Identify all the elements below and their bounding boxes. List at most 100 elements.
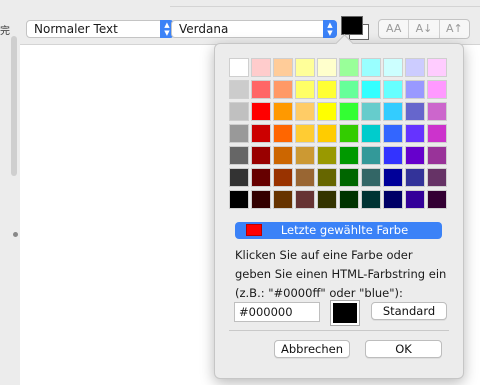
color-swatch[interactable] [361, 190, 381, 209]
color-swatch[interactable] [317, 124, 337, 143]
color-swatch[interactable] [383, 168, 403, 187]
color-swatch[interactable] [251, 102, 271, 121]
color-swatch[interactable] [251, 146, 271, 165]
font-family-select[interactable]: Verdana ▲ ▼ [171, 20, 337, 38]
color-swatch[interactable] [339, 168, 359, 187]
color-swatch[interactable] [295, 168, 315, 187]
format-toolbar: Normaler Text ▲ ▼ Verdana ▲ ▼ AA A↓ A↑ [20, 0, 480, 45]
color-swatch[interactable] [339, 124, 359, 143]
color-swatch[interactable] [295, 58, 315, 77]
color-swatch[interactable] [295, 190, 315, 209]
ok-button[interactable]: OK [365, 340, 442, 358]
color-swatch[interactable] [361, 80, 381, 99]
color-swatch[interactable] [273, 58, 293, 77]
color-picker-popover: Letzte gewählte Farbe Klicken Sie auf ei… [214, 34, 464, 379]
color-swatch[interactable] [383, 80, 403, 99]
color-string-input[interactable]: #000000 [234, 302, 320, 322]
color-swatch[interactable] [317, 80, 337, 99]
last-color-label: Letzte gewählte Farbe [280, 223, 409, 237]
left-gutter: 完 [0, 0, 21, 385]
color-swatch[interactable] [273, 190, 293, 209]
font-family-value: Verdana [179, 22, 229, 36]
color-swatch[interactable] [251, 58, 271, 77]
font-size-segmented-control: AA A↓ A↑ [378, 19, 470, 39]
color-swatch[interactable] [361, 58, 381, 77]
color-swatch[interactable] [361, 168, 381, 187]
cancel-button[interactable]: Abbrechen [274, 340, 350, 358]
color-swatch[interactable] [317, 146, 337, 165]
color-swatch[interactable] [405, 80, 425, 99]
color-swatch[interactable] [229, 58, 249, 77]
divider [229, 330, 449, 331]
color-swatch[interactable] [229, 80, 249, 99]
color-swatch[interactable] [251, 190, 271, 209]
color-swatch[interactable] [317, 58, 337, 77]
color-swatch[interactable] [427, 146, 447, 165]
color-swatch[interactable] [361, 102, 381, 121]
color-swatch[interactable] [427, 102, 447, 121]
current-color-preview [330, 300, 360, 326]
color-swatch[interactable] [383, 124, 403, 143]
last-color-chip [246, 224, 262, 236]
color-swatch[interactable] [427, 58, 447, 77]
color-swatch[interactable] [405, 102, 425, 121]
color-swatch[interactable] [317, 190, 337, 209]
color-palette-grid [229, 58, 449, 212]
color-swatch[interactable] [295, 102, 315, 121]
standard-button[interactable]: Standard [371, 302, 447, 320]
color-swatch[interactable] [405, 168, 425, 187]
color-swatch[interactable] [427, 80, 447, 99]
color-swatch[interactable] [273, 146, 293, 165]
last-chosen-color-button[interactable]: Letzte gewählte Farbe [235, 222, 442, 239]
color-swatch[interactable] [295, 146, 315, 165]
chevron-updown-icon: ▲ ▼ [323, 20, 337, 38]
instruction-line: Klicken Sie auf eine Farbe oder [235, 248, 413, 262]
color-swatch[interactable] [295, 80, 315, 99]
color-swatch[interactable] [339, 190, 359, 209]
color-swatch[interactable] [405, 58, 425, 77]
color-swatch[interactable] [427, 190, 447, 209]
color-swatch[interactable] [339, 146, 359, 165]
color-swatch[interactable] [427, 168, 447, 187]
increase-font-size-button[interactable]: A↑ [440, 20, 469, 38]
color-swatch[interactable] [251, 80, 271, 99]
paragraph-style-value: Normaler Text [34, 22, 118, 36]
gutter-glyph: 完 [0, 26, 10, 37]
color-swatch[interactable] [339, 102, 359, 121]
color-swatch[interactable] [251, 168, 271, 187]
color-swatch[interactable] [383, 146, 403, 165]
toolbar-divider [170, 0, 480, 7]
instruction-line: geben Sie einen HTML-Farbstring ein [235, 267, 447, 281]
color-swatch[interactable] [273, 80, 293, 99]
color-swatch[interactable] [339, 58, 359, 77]
color-swatch[interactable] [405, 146, 425, 165]
color-swatch[interactable] [229, 102, 249, 121]
color-swatch[interactable] [383, 190, 403, 209]
color-swatch[interactable] [229, 124, 249, 143]
color-swatch[interactable] [273, 102, 293, 121]
color-swatch[interactable] [229, 146, 249, 165]
paragraph-style-select[interactable]: Normaler Text ▲ ▼ [26, 20, 174, 38]
gutter-scrollbar[interactable] [11, 36, 17, 176]
color-swatch[interactable] [427, 124, 447, 143]
color-swatch[interactable] [383, 58, 403, 77]
color-instructions: Klicken Sie auf eine Farbe oder geben Si… [235, 246, 457, 303]
font-size-button[interactable]: AA [379, 20, 410, 38]
resize-handle-icon[interactable] [13, 232, 18, 237]
decrease-font-size-button[interactable]: A↓ [409, 20, 440, 38]
text-color-swatch [341, 16, 363, 35]
color-swatch[interactable] [295, 124, 315, 143]
color-swatch[interactable] [251, 124, 271, 143]
color-swatch[interactable] [229, 190, 249, 209]
color-swatch[interactable] [405, 124, 425, 143]
color-swatch[interactable] [273, 124, 293, 143]
color-swatch[interactable] [273, 168, 293, 187]
color-swatch[interactable] [229, 168, 249, 187]
color-swatch[interactable] [405, 190, 425, 209]
color-swatch[interactable] [361, 146, 381, 165]
color-swatch[interactable] [317, 102, 337, 121]
color-swatch[interactable] [361, 124, 381, 143]
color-swatch[interactable] [317, 168, 337, 187]
color-swatch[interactable] [383, 102, 403, 121]
color-swatch[interactable] [339, 80, 359, 99]
